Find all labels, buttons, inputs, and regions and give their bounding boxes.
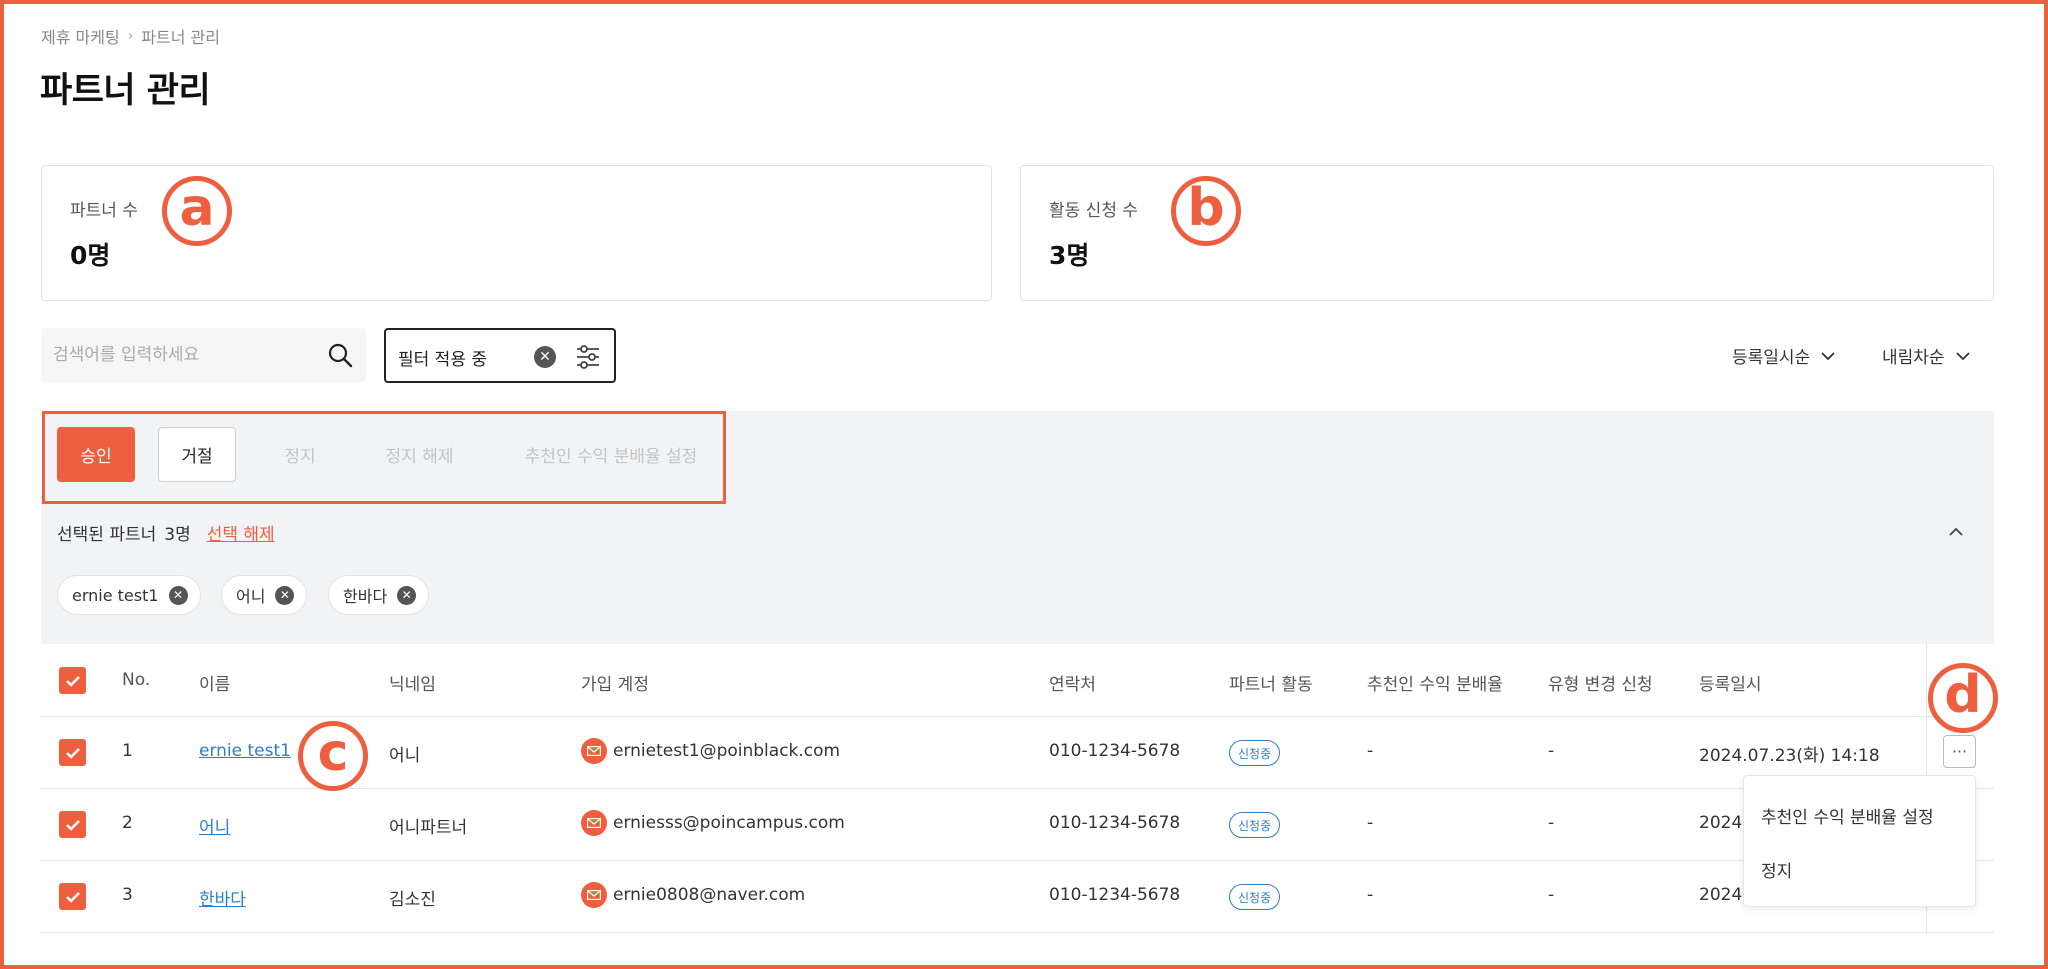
row-date: 2024 bbox=[1699, 885, 1743, 905]
row-account: ernietest1@poinblack.com bbox=[581, 738, 840, 764]
breadcrumb-parent[interactable]: 제휴 마케팅 bbox=[41, 24, 120, 48]
sort-by-label: 등록일시순 bbox=[1732, 348, 1811, 368]
selection-count: 3명 bbox=[164, 525, 191, 545]
partner-name-link[interactable]: 어니 bbox=[199, 813, 230, 838]
chip-remove-icon[interactable]: ✕ bbox=[168, 585, 188, 605]
row-nickname: 어니 bbox=[389, 746, 421, 766]
header-name: 이름 bbox=[199, 675, 231, 695]
menu-item-share-rate[interactable]: 추천인 수익 분배율 설정 bbox=[1761, 803, 1934, 828]
filter-clear-icon[interactable]: ✕ bbox=[534, 346, 556, 368]
row-account: erniesss@poincampus.com bbox=[581, 810, 845, 836]
selected-chip: 한바다 ✕ bbox=[328, 575, 430, 615]
row-checkbox[interactable] bbox=[59, 739, 86, 766]
callout-a: a bbox=[162, 176, 232, 246]
row-date: 2024 bbox=[1699, 813, 1743, 833]
chip-label: ernie test1 bbox=[72, 585, 159, 605]
row-no: 1 bbox=[122, 741, 133, 761]
table-row: 3 한바다 김소진 ernie0808@naver.com 010-1234-5… bbox=[41, 861, 1994, 933]
row-type-change: - bbox=[1548, 741, 1555, 761]
more-options-button[interactable]: ··· bbox=[1943, 735, 1976, 768]
chevron-up-icon[interactable] bbox=[1944, 520, 1968, 544]
selected-chip: ernie test1 ✕ bbox=[57, 575, 201, 615]
row-type-change: - bbox=[1548, 885, 1555, 905]
header-account: 가입 계정 bbox=[581, 675, 649, 695]
search-input[interactable] bbox=[53, 328, 313, 382]
chip-label: 어니 bbox=[236, 587, 266, 606]
chevron-down-icon bbox=[1955, 351, 1970, 360]
selection-summary: 선택된 파트너 3명 선택 해제 bbox=[57, 520, 275, 545]
callout-b: b bbox=[1171, 176, 1241, 246]
row-nickname: 어니파트너 bbox=[389, 818, 468, 838]
row-context-menu: 추천인 수익 분배율 설정 정지 bbox=[1743, 775, 1976, 907]
row-nickname: 김소진 bbox=[389, 890, 436, 910]
application-count-value: 3명 bbox=[1049, 241, 1090, 270]
selected-chip: 어니 ✕ bbox=[221, 575, 308, 615]
status-badge: 신청중 bbox=[1229, 812, 1281, 838]
clear-selection-link[interactable]: 선택 해제 bbox=[207, 520, 275, 545]
sort-order-dropdown[interactable]: 내림차순 bbox=[1882, 343, 1971, 368]
breadcrumb-separator: › bbox=[127, 28, 134, 44]
callout-c: c bbox=[298, 721, 368, 791]
row-share-rate: - bbox=[1367, 813, 1374, 833]
breadcrumb: 제휴 마케팅 › 파트너 관리 bbox=[41, 24, 220, 48]
selection-label: 선택된 파트너 bbox=[57, 525, 157, 545]
chip-remove-icon[interactable]: ✕ bbox=[275, 585, 295, 605]
row-share-rate: - bbox=[1367, 741, 1374, 761]
row-phone: 010-1234-5678 bbox=[1049, 741, 1181, 761]
page-title: 파트너 관리 bbox=[40, 71, 211, 111]
row-email: ernie0808@naver.com bbox=[613, 885, 806, 905]
check-icon bbox=[65, 747, 80, 759]
sort-order-label: 내림차순 bbox=[1882, 348, 1945, 368]
header-no: No. bbox=[122, 670, 151, 690]
action-buttons-highlight bbox=[42, 411, 726, 504]
callout-d: d bbox=[1928, 663, 1998, 733]
header-phone: 연락처 bbox=[1049, 675, 1096, 695]
sort-by-dropdown[interactable]: 등록일시순 bbox=[1732, 343, 1836, 368]
check-icon bbox=[65, 891, 80, 903]
header-type-change: 유형 변경 신청 bbox=[1548, 675, 1653, 695]
chip-remove-icon[interactable]: ✕ bbox=[397, 585, 417, 605]
row-share-rate: - bbox=[1367, 885, 1374, 905]
header-activity: 파트너 활동 bbox=[1229, 675, 1313, 695]
search-icon[interactable] bbox=[326, 341, 354, 369]
partner-count-value: 0명 bbox=[70, 241, 111, 270]
row-account: ernie0808@naver.com bbox=[581, 882, 805, 908]
row-email: ernietest1@poinblack.com bbox=[613, 741, 841, 761]
mail-icon bbox=[581, 882, 607, 908]
filter-status: 필터 적용 중 bbox=[398, 350, 488, 370]
status-badge: 신청중 bbox=[1229, 884, 1281, 910]
status-badge: 신청중 bbox=[1229, 740, 1281, 766]
partner-count-label: 파트너 수 bbox=[70, 201, 138, 221]
search-box bbox=[41, 328, 366, 382]
row-email: erniesss@poincampus.com bbox=[613, 813, 845, 833]
partner-name-link[interactable]: ernie test1 bbox=[199, 741, 291, 761]
filter-box[interactable]: 필터 적용 중 ✕ bbox=[384, 328, 616, 383]
row-checkbox[interactable] bbox=[59, 811, 86, 838]
row-phone: 010-1234-5678 bbox=[1049, 813, 1181, 833]
row-date: 2024.07.23(화) 14:18 bbox=[1699, 746, 1880, 766]
partner-name-link[interactable]: 한바다 bbox=[199, 885, 246, 910]
row-type-change: - bbox=[1548, 813, 1555, 833]
check-icon bbox=[65, 675, 80, 687]
check-icon bbox=[65, 819, 80, 831]
application-count-label: 활동 신청 수 bbox=[1049, 201, 1139, 221]
chevron-down-icon bbox=[1821, 351, 1835, 360]
row-no: 3 bbox=[122, 885, 133, 905]
header-nickname: 닉네임 bbox=[389, 675, 436, 695]
table-row: 2 어니 어니파트너 erniesss@poincampus.com 010-1… bbox=[41, 789, 1994, 861]
table-header: No. 이름 닉네임 가입 계정 연락처 파트너 활동 추천인 수익 분배율 유… bbox=[41, 644, 1994, 717]
mail-icon bbox=[581, 810, 607, 836]
breadcrumb-current: 파트너 관리 bbox=[141, 28, 220, 47]
mail-icon bbox=[581, 738, 607, 764]
header-share-rate: 추천인 수익 분배율 bbox=[1367, 675, 1503, 695]
header-date: 등록일시 bbox=[1699, 675, 1762, 695]
application-count-card: 활동 신청 수 3명 bbox=[1020, 165, 1994, 301]
chip-label: 한바다 bbox=[343, 587, 388, 606]
select-all-checkbox[interactable] bbox=[59, 667, 86, 694]
menu-item-suspend[interactable]: 정지 bbox=[1761, 857, 1792, 882]
row-phone: 010-1234-5678 bbox=[1049, 885, 1181, 905]
row-no: 2 bbox=[122, 813, 133, 833]
row-checkbox[interactable] bbox=[59, 883, 86, 910]
filter-settings-icon[interactable] bbox=[574, 343, 602, 371]
